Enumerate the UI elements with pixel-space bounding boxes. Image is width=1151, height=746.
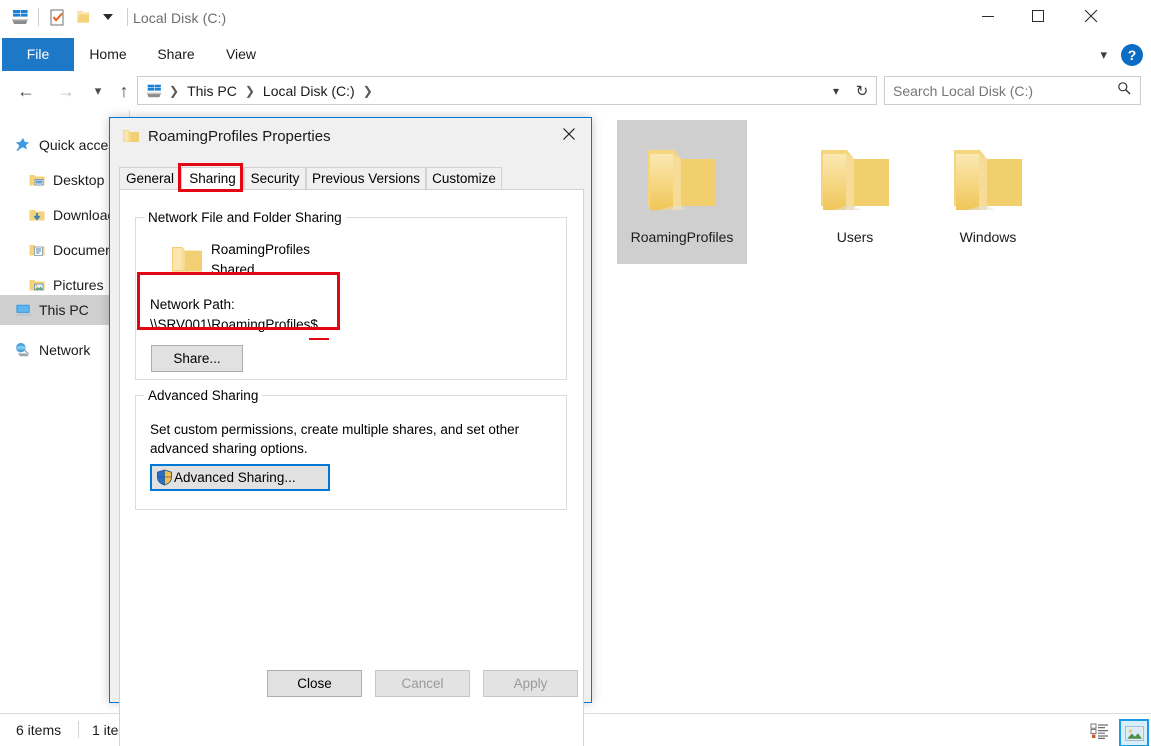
tab-sharing[interactable]: Sharing xyxy=(181,167,244,190)
this-pc-icon xyxy=(145,82,163,100)
group-legend: Network File and Folder Sharing xyxy=(144,210,346,225)
search-placeholder: Search Local Disk (C:) xyxy=(893,82,1034,99)
help-button[interactable]: ? xyxy=(1121,43,1143,66)
window-title: Local Disk (C:) xyxy=(133,10,227,26)
breadcrumb-separator: ❯ xyxy=(169,83,180,98)
address-bar-row: ← → ▾ ↑ ❯ This PC ❯ Local Disk (C:) ❯ ▾ xyxy=(0,71,1151,110)
desktop-folder-icon xyxy=(28,171,46,189)
file-item-windows[interactable]: Windows xyxy=(923,120,1053,264)
breadcrumb-this-pc[interactable]: This PC xyxy=(185,83,239,99)
breadcrumb-local-disk[interactable]: Local Disk (C:) xyxy=(261,83,357,99)
this-pc-icon[interactable] xyxy=(10,7,30,27)
customize-dropdown-icon[interactable] xyxy=(99,7,119,27)
group-legend: Advanced Sharing xyxy=(144,388,263,403)
cancel-button: Cancel xyxy=(375,670,470,697)
tab-customize[interactable]: Customize xyxy=(426,167,502,190)
pictures-folder-icon xyxy=(28,276,46,294)
qat-divider-2 xyxy=(127,8,128,26)
qat-divider-1 xyxy=(38,8,39,26)
uac-shield-icon xyxy=(156,469,173,486)
file-item-label: RoamingProfiles xyxy=(630,229,734,245)
title-bar: Local Disk (C:) xyxy=(0,0,1151,38)
ribbon-tab-file[interactable]: File xyxy=(2,38,74,71)
up-arrow-icon[interactable]: ↑ xyxy=(110,77,138,105)
ribbon-tab-view[interactable]: View xyxy=(214,38,268,71)
downloads-folder-icon xyxy=(28,206,46,224)
close-window-button[interactable] xyxy=(1068,0,1114,32)
apply-button: Apply xyxy=(483,670,578,697)
network-icon xyxy=(14,341,32,359)
documents-folder-icon xyxy=(28,241,46,259)
network-file-folder-sharing-group: Network File and Folder Sharing RoamingP… xyxy=(135,210,567,380)
search-icon xyxy=(1117,81,1140,100)
network-path-label: Network Path: xyxy=(150,297,235,312)
sidebar-item-label: Pictures xyxy=(53,276,104,293)
recent-locations-icon[interactable]: ▾ xyxy=(84,77,112,105)
search-input[interactable]: Search Local Disk (C:) xyxy=(884,76,1141,105)
network-path-value: \\SRV001\RoamingProfiles$ xyxy=(150,317,318,332)
breadcrumb-separator: ❯ xyxy=(244,83,255,98)
forward-arrow-icon[interactable]: → xyxy=(52,77,80,105)
folder-icon xyxy=(638,132,726,225)
back-arrow-icon[interactable]: ← xyxy=(12,77,40,105)
folder-icon xyxy=(170,244,204,274)
address-bar[interactable]: ❯ This PC ❯ Local Disk (C:) ❯ ▾ xyxy=(137,76,849,105)
sidebar-item-label: This PC xyxy=(39,302,89,318)
properties-dialog: RoamingProfiles Properties General Shari… xyxy=(109,117,592,746)
file-item-label: Windows xyxy=(959,229,1017,245)
folder-icon xyxy=(122,128,140,144)
file-item-roamingprofiles[interactable]: RoamingProfiles xyxy=(617,120,747,264)
share-button[interactable]: Share... xyxy=(151,345,243,372)
ribbon-tab-home[interactable]: Home xyxy=(78,38,138,71)
ribbon-right-controls: ▾ ? xyxy=(1100,38,1143,71)
folder-icon xyxy=(811,132,899,225)
dialog-title: RoamingProfiles Properties xyxy=(148,128,331,145)
sharing-tab-panel: Network File and Folder Sharing RoamingP… xyxy=(119,189,584,746)
shared-folder-state: Shared xyxy=(211,262,255,277)
advanced-sharing-description: Set custom permissions, create multiple … xyxy=(150,422,520,456)
tab-general[interactable]: General xyxy=(119,167,181,190)
folder-icon xyxy=(944,132,1032,225)
status-divider xyxy=(78,721,79,738)
chevron-down-icon[interactable]: ▾ xyxy=(1100,47,1107,63)
ribbon-tab-share[interactable]: Share xyxy=(148,38,204,71)
new-folder-icon[interactable] xyxy=(73,7,93,27)
advanced-sharing-button-label: Advanced Sharing... xyxy=(174,470,296,485)
shared-folder-name: RoamingProfiles xyxy=(211,242,311,257)
close-button[interactable]: Close xyxy=(267,670,362,697)
sidebar-item-label: Desktop xyxy=(53,171,105,188)
maximize-button[interactable] xyxy=(1015,0,1061,32)
breadcrumb-separator: ❯ xyxy=(362,83,373,98)
dialog-title-bar: RoamingProfiles Properties xyxy=(110,118,591,156)
minimize-button[interactable] xyxy=(965,0,1011,32)
refresh-icon[interactable]: ↻ xyxy=(848,76,877,105)
advanced-sharing-button[interactable]: Advanced Sharing... xyxy=(150,464,330,491)
tab-security[interactable]: Security xyxy=(244,167,306,190)
tab-previous-versions[interactable]: Previous Versions xyxy=(306,167,426,190)
file-item-label: Users xyxy=(836,229,874,245)
status-item-count: 6 items xyxy=(16,722,62,738)
ribbon-tab-bar: File Home Share View ▾ ? xyxy=(0,38,1151,72)
quick-access-toolbar xyxy=(10,7,136,27)
sidebar-item-label: Network xyxy=(39,341,91,358)
properties-checkmark-icon[interactable] xyxy=(47,7,67,27)
advanced-sharing-group: Advanced Sharing Set custom permissions,… xyxy=(135,388,567,510)
address-dropdown-icon[interactable]: ▾ xyxy=(824,84,848,98)
dialog-close-button[interactable] xyxy=(547,118,591,150)
network-path-dollar-underline xyxy=(309,338,329,340)
large-icons-view-icon[interactable] xyxy=(1119,719,1149,746)
dialog-tab-strip: General Sharing Security Previous Versio… xyxy=(119,167,584,190)
file-item-users[interactable]: Users xyxy=(790,120,920,264)
details-view-icon[interactable] xyxy=(1087,719,1113,743)
explorer-window: Local Disk (C:) File Home Share View ▾ ?… xyxy=(0,0,1151,746)
star-pin-icon xyxy=(14,136,32,154)
this-pc-icon xyxy=(14,301,32,319)
